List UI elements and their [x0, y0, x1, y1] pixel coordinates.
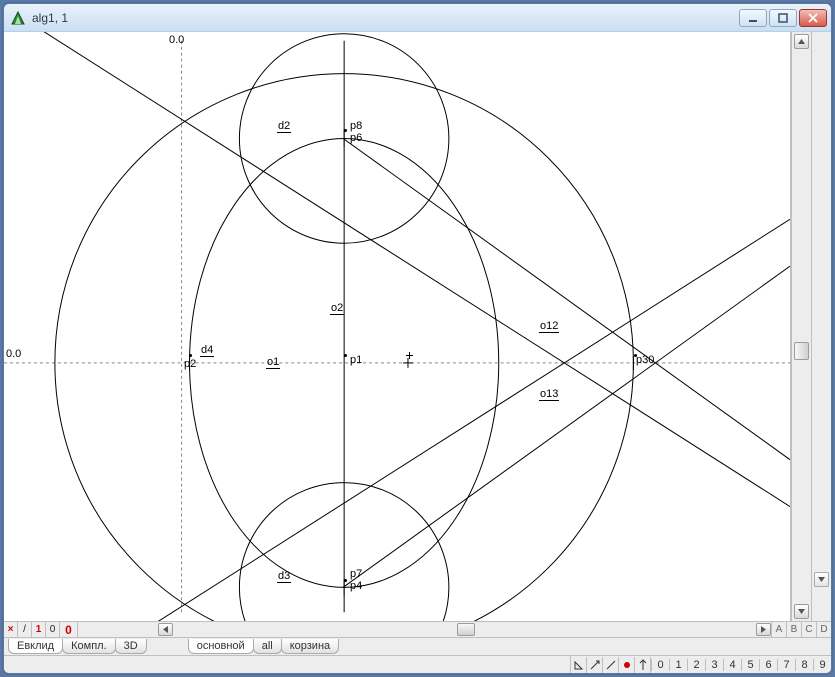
right-strip: [811, 32, 831, 621]
point-p1[interactable]: [342, 352, 349, 359]
tool-dot-icon[interactable]: [619, 657, 635, 673]
num-1[interactable]: 1: [669, 659, 687, 671]
num-3[interactable]: 3: [705, 659, 723, 671]
number-cells: 0 1 2 3 4 5 6 7 8 9: [651, 656, 831, 673]
tab-layer-main[interactable]: основной: [188, 639, 254, 654]
letter-cells: A B C D: [771, 622, 831, 637]
num-9[interactable]: 9: [813, 659, 831, 671]
num-2[interactable]: 2: [687, 659, 705, 671]
tool-arrow-icon[interactable]: [587, 657, 603, 673]
maximize-button[interactable]: [769, 9, 797, 27]
box-bold-zero[interactable]: 0: [60, 622, 78, 637]
hscroll-track[interactable]: [173, 623, 756, 636]
crosshair[interactable]: [406, 352, 413, 359]
tab-layer-all[interactable]: all: [253, 639, 282, 654]
point-p2[interactable]: [187, 352, 194, 359]
app-icon: [10, 10, 26, 26]
box-zero[interactable]: 0: [46, 622, 60, 637]
maximize-icon: [778, 13, 788, 23]
right-strip-picker[interactable]: [814, 572, 829, 587]
workarea: 0.0 0.0 d2 d3 d4 o1 o2 o12 o13 p1 p2 p30…: [4, 32, 831, 673]
geometry-svg: [4, 32, 790, 621]
tab-layer-trash[interactable]: корзина: [281, 639, 339, 654]
scroll-down-button[interactable]: [794, 604, 809, 619]
app-window: alg1, 1: [3, 3, 832, 674]
box-one[interactable]: 1: [32, 622, 46, 637]
mode-tabs-row: Евклид Компл. 3D основной all корзина: [4, 637, 831, 655]
num-8[interactable]: 8: [795, 659, 813, 671]
scroll-left-button[interactable]: [158, 623, 173, 636]
point-p4[interactable]: [342, 577, 349, 584]
letter-B[interactable]: B: [786, 622, 801, 637]
tab-complex[interactable]: Компл.: [62, 639, 116, 654]
scroll-up-button[interactable]: [794, 34, 809, 49]
vertical-scrollbar[interactable]: [791, 32, 811, 621]
horizontal-scrollbar[interactable]: [158, 622, 771, 637]
close-icon: [808, 13, 818, 23]
box-x[interactable]: ×: [4, 622, 18, 637]
box-slash[interactable]: /: [18, 622, 32, 637]
red-dot-icon: [624, 662, 630, 668]
horizontal-strip: × / 1 0 0 A B C D: [4, 621, 831, 637]
tab-3d[interactable]: 3D: [115, 639, 147, 654]
minimize-button[interactable]: [739, 9, 767, 27]
letter-D[interactable]: D: [816, 622, 831, 637]
point-p6[interactable]: [342, 127, 349, 134]
point-p30[interactable]: [632, 352, 639, 359]
bottom-toolbar: 0 1 2 3 4 5 6 7 8 9: [4, 655, 831, 673]
minimize-icon: [748, 13, 758, 23]
tool-up-arrow-icon[interactable]: [635, 657, 651, 673]
num-5[interactable]: 5: [741, 659, 759, 671]
drawing-canvas[interactable]: 0.0 0.0 d2 d3 d4 o1 o2 o12 o13 p1 p2 p30…: [4, 32, 791, 621]
window-title: alg1, 1: [30, 11, 737, 25]
scroll-right-button[interactable]: [756, 623, 771, 636]
letter-A[interactable]: A: [771, 622, 786, 637]
vertical-scroll-thumb[interactable]: [794, 342, 809, 360]
tab-euclid[interactable]: Евклид: [8, 639, 63, 654]
titlebar[interactable]: alg1, 1: [4, 4, 831, 32]
num-4[interactable]: 4: [723, 659, 741, 671]
close-button[interactable]: [799, 9, 827, 27]
layer-tabs: основной all корзина: [184, 638, 338, 655]
num-6[interactable]: 6: [759, 659, 777, 671]
horizontal-scroll-thumb[interactable]: [457, 623, 475, 636]
letter-C[interactable]: C: [801, 622, 816, 637]
tool-icons: [570, 656, 651, 673]
num-0[interactable]: 0: [651, 659, 669, 671]
num-7[interactable]: 7: [777, 659, 795, 671]
tool-segment-icon[interactable]: [603, 657, 619, 673]
tool-angle-icon[interactable]: [571, 657, 587, 673]
mode-tabs: Евклид Компл. 3D: [4, 638, 146, 655]
